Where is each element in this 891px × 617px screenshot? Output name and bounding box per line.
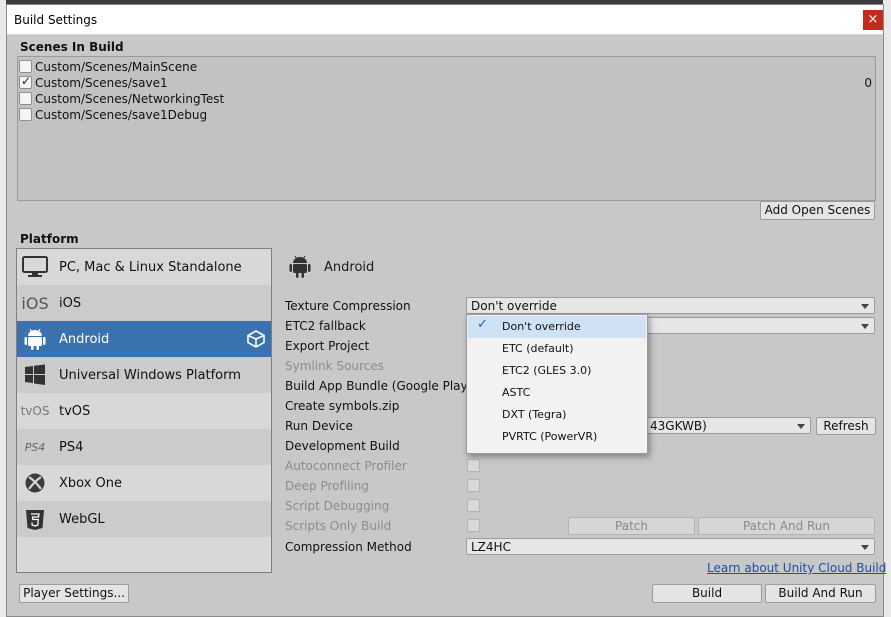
scene-row[interactable]: Custom/Scenes/save1 0 xyxy=(18,74,875,91)
scene-index: 0 xyxy=(864,76,872,90)
scene-checkbox[interactable] xyxy=(19,92,32,105)
compression-method-dropdown[interactable]: LZ4HC xyxy=(466,538,875,555)
window-title: Build Settings xyxy=(14,13,98,27)
chevron-down-icon xyxy=(861,324,869,329)
platform-item-webgl[interactable]: WebGL xyxy=(17,501,271,537)
title-bar: Build Settings × xyxy=(7,5,883,35)
android-icon xyxy=(22,327,48,351)
menu-item-label: ETC (default) xyxy=(502,342,574,355)
platform-header: Platform xyxy=(20,232,79,246)
scene-checkbox[interactable] xyxy=(19,60,32,73)
build-settings-window: Build Settings × Scenes In Build Custom/… xyxy=(6,4,886,617)
menu-item-etc2[interactable]: ETC2 (GLES 3.0) xyxy=(468,360,646,382)
platform-label: PC, Mac & Linux Standalone xyxy=(59,260,242,275)
platform-item-ios[interactable]: iOS iOS xyxy=(17,285,271,321)
android-header-icon xyxy=(289,253,311,282)
scripts-only-build-label: Scripts Only Build xyxy=(285,519,392,533)
script-debugging-checkbox[interactable] xyxy=(467,499,480,512)
scene-row[interactable]: Custom/Scenes/NetworkingTest xyxy=(18,91,875,107)
scene-row[interactable]: Custom/Scenes/save1Debug xyxy=(18,107,875,123)
tvos-icon: tvOS xyxy=(20,404,50,418)
windows-icon xyxy=(22,363,48,387)
platform-label: Xbox One xyxy=(59,476,123,491)
create-symbols-label: Create symbols.zip xyxy=(285,399,400,413)
build-button[interactable]: Build xyxy=(652,584,762,603)
menu-item-dxt[interactable]: DXT (Tegra) xyxy=(468,404,646,426)
menu-item-dont-override[interactable]: ✓ Don't override xyxy=(468,316,646,338)
platform-label: WebGL xyxy=(59,512,105,527)
build-app-bundle-label: Build App Bundle (Google Play) xyxy=(285,379,473,393)
menu-item-label: ASTC xyxy=(502,386,531,399)
symlink-sources-label: Symlink Sources xyxy=(285,359,384,373)
export-project-label: Export Project xyxy=(285,339,370,353)
xbox-icon xyxy=(22,471,48,495)
patch-and-run-button[interactable]: Patch And Run xyxy=(698,517,875,535)
menu-item-label: PVRTC (PowerVR) xyxy=(502,430,598,443)
platform-item-android[interactable]: Android xyxy=(17,321,271,357)
autoconnect-profiler-checkbox[interactable] xyxy=(467,459,480,472)
development-build-label: Development Build xyxy=(285,439,400,453)
android-title: Android xyxy=(324,260,375,275)
scene-checkbox[interactable] xyxy=(19,108,32,121)
platform-item-standalone[interactable]: PC, Mac & Linux Standalone xyxy=(17,249,271,285)
compression-method-value: LZ4HC xyxy=(471,540,511,554)
menu-item-etc[interactable]: ETC (default) xyxy=(468,338,646,360)
html5-icon xyxy=(22,507,48,531)
scene-name: Custom/Scenes/save1 xyxy=(35,76,168,90)
etc2-fallback-label: ETC2 fallback xyxy=(285,319,366,333)
player-settings-button[interactable]: Player Settings... xyxy=(19,584,129,603)
platform-label: tvOS xyxy=(59,404,91,419)
build-and-run-button[interactable]: Build And Run xyxy=(765,584,876,603)
texture-compression-dropdown[interactable]: Don't override xyxy=(466,297,875,314)
platform-item-xbox[interactable]: Xbox One xyxy=(17,465,271,501)
platform-label: PS4 xyxy=(59,440,84,455)
menu-item-pvrtc[interactable]: PVRTC (PowerVR) xyxy=(468,426,646,448)
compression-method-label: Compression Method xyxy=(285,540,412,554)
scenes-list: Custom/Scenes/MainScene Custom/Scenes/sa… xyxy=(17,56,876,201)
chevron-down-icon xyxy=(797,424,805,429)
background-right-edge xyxy=(883,0,891,617)
scene-name: Custom/Scenes/MainScene xyxy=(35,60,198,74)
monitor-icon xyxy=(22,255,48,279)
menu-item-label: Don't override xyxy=(502,320,581,333)
platform-list: PC, Mac & Linux Standalone iOS iOS Andro… xyxy=(16,248,272,573)
scene-checkbox[interactable] xyxy=(19,74,32,89)
deep-profiling-checkbox[interactable] xyxy=(467,479,480,492)
scripts-only-build-checkbox[interactable] xyxy=(467,519,480,532)
ps4-icon: PS4 xyxy=(24,440,46,454)
ios-icon: iOS xyxy=(21,293,49,313)
checkmark-icon: ✓ xyxy=(477,317,488,332)
scene-row[interactable]: Custom/Scenes/MainScene xyxy=(18,59,875,75)
scenes-in-build-header: Scenes In Build xyxy=(20,40,124,54)
cloud-build-link[interactable]: Learn about Unity Cloud Build xyxy=(707,561,886,575)
unity-logo-icon xyxy=(247,330,265,348)
texture-compression-label: Texture Compression xyxy=(285,299,411,313)
platform-label: Universal Windows Platform xyxy=(59,368,241,383)
patch-button[interactable]: Patch xyxy=(568,517,695,535)
platform-item-ps4[interactable]: PS4 PS4 xyxy=(17,429,271,465)
texture-compression-menu: ✓ Don't override ETC (default) ETC2 (GLE… xyxy=(466,314,648,454)
platform-label: iOS xyxy=(59,296,82,311)
run-device-value: 43GKWB) xyxy=(650,419,707,433)
script-debugging-label: Script Debugging xyxy=(285,499,390,513)
close-button[interactable]: × xyxy=(863,10,883,30)
menu-item-label: DXT (Tegra) xyxy=(502,408,567,421)
platform-label: Android xyxy=(59,332,110,347)
deep-profiling-label: Deep Profiling xyxy=(285,479,369,493)
scene-name: Custom/Scenes/save1Debug xyxy=(35,108,208,122)
chevron-down-icon xyxy=(861,545,869,550)
autoconnect-profiler-label: Autoconnect Profiler xyxy=(285,459,407,473)
scene-name: Custom/Scenes/NetworkingTest xyxy=(35,92,225,106)
run-device-label: Run Device xyxy=(285,419,353,433)
menu-item-astc[interactable]: ASTC xyxy=(468,382,646,404)
add-open-scenes-button[interactable]: Add Open Scenes xyxy=(760,201,875,220)
chevron-down-icon xyxy=(861,304,869,309)
texture-compression-value: Don't override xyxy=(471,299,557,313)
platform-item-uwp[interactable]: Universal Windows Platform xyxy=(17,357,271,393)
refresh-button[interactable]: Refresh xyxy=(816,417,876,435)
platform-item-tvos[interactable]: tvOS tvOS xyxy=(17,393,271,429)
menu-item-label: ETC2 (GLES 3.0) xyxy=(502,364,592,377)
